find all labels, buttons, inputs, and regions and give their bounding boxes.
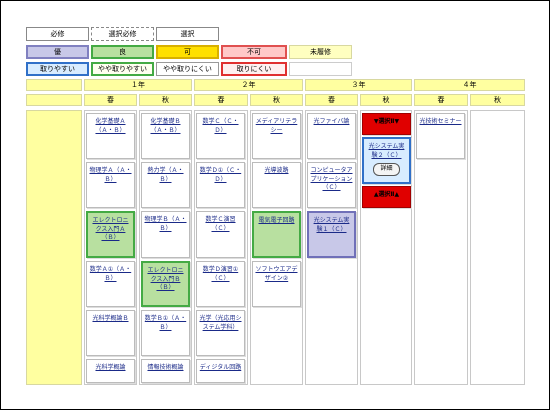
course-card[interactable]: 数学Ｄ①（Ｃ・Ｄ） xyxy=(196,162,245,208)
course-link[interactable]: ディジタル回路 xyxy=(199,364,242,373)
course-link[interactable]: コンピュータアプリケーション（Ｃ） xyxy=(310,167,353,193)
term-header-y2-autumn: 秋 xyxy=(250,94,303,106)
course-card[interactable]: 光科学概論 xyxy=(86,359,135,383)
term-header-y3-autumn: 秋 xyxy=(360,94,412,106)
course-card[interactable]: 数学Ａ①（Ａ・Ｂ） xyxy=(86,261,135,307)
legend-somewhat-hard: やや取りにくい xyxy=(156,62,219,76)
course-link[interactable]: 光技術セミナー xyxy=(419,118,462,127)
term-header-blank xyxy=(26,94,82,106)
course-card[interactable]: 光ファイバ論 xyxy=(307,113,356,159)
course-card[interactable]: 数学Ｃ演習（Ｃ） xyxy=(196,211,245,258)
year-header-blank xyxy=(26,79,82,91)
legend-hard: 取りにくい xyxy=(221,62,287,76)
legend-required: 必修 xyxy=(26,27,89,41)
course-card[interactable]: 物理学Ｂ（Ａ・Ｂ） xyxy=(141,211,190,258)
selection-group-start-marker: ▼選択Ⅱ▼ xyxy=(362,113,411,135)
year-header-4: ４年 xyxy=(414,79,525,91)
course-link[interactable]: 光導波路 xyxy=(255,167,298,176)
row-label-column xyxy=(26,110,82,385)
legend-selective-required: 選択必修 xyxy=(91,27,154,41)
course-card[interactable]: 数学Ｂ①（Ａ・Ｂ） xyxy=(141,310,190,356)
course-link[interactable]: 数学Ｂ①（Ａ・Ｂ） xyxy=(144,315,187,332)
course-link[interactable]: 数学Ｄ演習①（Ｃ） xyxy=(199,266,242,283)
course-link[interactable]: メディアリテラシー xyxy=(255,118,298,135)
selection-marker-label: ▲選択Ⅱ▲ xyxy=(373,191,400,198)
course-card[interactable]: ディジタル回路 xyxy=(196,359,245,383)
course-link[interactable]: 光科学概論Ｂ xyxy=(89,315,132,324)
course-card[interactable]: 熱力学（Ａ・Ｂ） xyxy=(141,162,190,208)
course-link[interactable]: 数学Ｄ①（Ｃ・Ｄ） xyxy=(199,167,242,184)
year-header-1: １年 xyxy=(84,79,192,91)
course-card[interactable]: 数学Ｃ（Ｃ・Ｄ） xyxy=(196,113,245,159)
legend-grade-fail: 不可 xyxy=(221,45,287,59)
course-link[interactable]: 電気電子回路 xyxy=(256,217,297,226)
legend-not-taken: 未履修 xyxy=(289,45,352,59)
course-card[interactable]: 光科学概論Ｂ xyxy=(86,310,135,356)
year-header-2: ２年 xyxy=(194,79,303,91)
course-card[interactable]: 化学基礎Ａ（Ａ・Ｂ） xyxy=(86,113,135,159)
course-link[interactable]: 物理学Ａ（Ａ・Ｂ） xyxy=(89,167,132,184)
course-link[interactable]: 物理学Ｂ（Ａ・Ｂ） xyxy=(144,216,187,233)
course-card[interactable]: メディアリテラシー xyxy=(252,113,301,159)
legend-blank xyxy=(289,62,352,76)
course-link[interactable]: ソフトウエアデザイン② xyxy=(255,266,298,283)
course-link[interactable]: 光ファイバ論 xyxy=(310,118,353,127)
legend-somewhat-easy: やや取りやすい xyxy=(91,62,154,76)
course-link[interactable]: 化学基礎Ａ（Ａ・Ｂ） xyxy=(89,118,132,135)
term-header-y2-spring: 春 xyxy=(194,94,248,106)
course-link[interactable]: 化学基礎Ｂ（Ａ・Ｂ） xyxy=(144,118,187,135)
course-link[interactable]: 光システム実験２（Ｃ） xyxy=(366,143,407,160)
detail-button[interactable]: 詳細 xyxy=(373,163,400,176)
course-card[interactable]: 化学基礎Ｂ（Ａ・Ｂ） xyxy=(141,113,190,159)
course-card[interactable]: 光学（光応用システム学科） xyxy=(196,310,245,356)
course-link[interactable]: エレクトロニクス入門Ｂ（Ｂ） xyxy=(145,267,186,293)
term-header-y4-spring: 春 xyxy=(414,94,468,106)
course-card[interactable]: 光システム実験１（Ｃ） xyxy=(307,211,356,258)
term-header-y1-spring: 春 xyxy=(84,94,137,106)
year-header-3: ３年 xyxy=(305,79,412,91)
course-card[interactable]: 光導波路 xyxy=(252,162,301,208)
course-card[interactable]: 電気電子回路 xyxy=(252,211,301,258)
course-card[interactable]: 情報技術概論 xyxy=(141,359,190,383)
selection-group-end-marker: ▲選択Ⅱ▲ xyxy=(362,186,411,208)
column-y4-autumn xyxy=(470,110,525,385)
legend-elective: 選択 xyxy=(156,27,219,41)
course-card[interactable]: 物理学Ａ（Ａ・Ｂ） xyxy=(86,162,135,208)
course-link[interactable]: 情報技術概論 xyxy=(144,364,187,373)
course-link[interactable]: 数学Ｃ演習（Ｃ） xyxy=(199,216,242,233)
term-header-y1-autumn: 秋 xyxy=(139,94,192,106)
course-link[interactable]: 光システム実験１（Ｃ） xyxy=(311,217,352,234)
course-card[interactable]: 数学Ｄ演習①（Ｃ） xyxy=(196,261,245,307)
term-header-y4-autumn: 秋 xyxy=(470,94,525,106)
course-link[interactable]: 光科学概論 xyxy=(89,364,132,373)
course-link[interactable]: エレクトロニクス入門Ａ（Ｂ） xyxy=(90,217,131,243)
selection-marker-label: ▼選択Ⅱ▼ xyxy=(373,118,400,125)
course-card[interactable]: 光システム実験２（Ｃ） 詳細 xyxy=(362,137,411,184)
curriculum-map: 必修 選択必修 選択 優 良 可 不可 未履修 取りやすい やや取りやすい やや… xyxy=(0,0,550,410)
course-card[interactable]: 光技術セミナー xyxy=(416,113,465,159)
course-card[interactable]: エレクトロニクス入門Ａ（Ｂ） xyxy=(86,211,135,258)
course-link[interactable]: 光学（光応用システム学科） xyxy=(199,315,242,332)
course-card[interactable]: コンピュータアプリケーション（Ｃ） xyxy=(307,162,356,208)
legend-easy: 取りやすい xyxy=(26,62,89,76)
legend-grade-excellent: 優 xyxy=(26,45,89,59)
course-card[interactable]: エレクトロニクス入門Ｂ（Ｂ） xyxy=(141,261,190,307)
course-link[interactable]: 数学Ａ①（Ａ・Ｂ） xyxy=(89,266,132,283)
course-link[interactable]: 熱力学（Ａ・Ｂ） xyxy=(144,167,187,184)
course-card[interactable]: ソフトウエアデザイン② xyxy=(252,261,301,307)
legend-grade-pass: 可 xyxy=(156,45,219,59)
term-header-y3-spring: 春 xyxy=(305,94,358,106)
legend-grade-good: 良 xyxy=(91,45,154,59)
course-link[interactable]: 数学Ｃ（Ｃ・Ｄ） xyxy=(199,118,242,135)
